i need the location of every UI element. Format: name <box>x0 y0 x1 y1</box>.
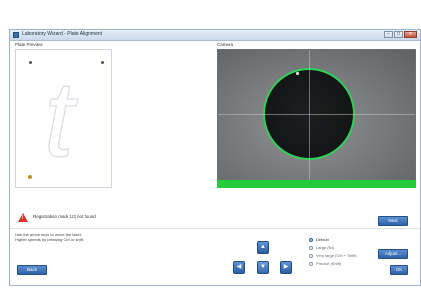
move-right-button[interactable]: ▶ <box>280 261 292 274</box>
speed-option-very-large[interactable]: Very large (Ctrl + Shift) <box>309 253 369 261</box>
warning-icon <box>18 213 28 222</box>
plate-preview[interactable]: t <box>15 49 112 188</box>
hint-text: Use the arrow keys to move the laser. Hi… <box>15 232 84 242</box>
registration-mark-top-left <box>29 61 32 64</box>
radio-icon <box>309 254 313 258</box>
plate-preview-label: Plate Preview <box>15 42 43 47</box>
status-row: Registration mark 1/3 not found <box>15 213 395 223</box>
arrow-left-icon: ◀ <box>236 264 242 270</box>
detection-status-bar <box>217 180 416 188</box>
camera-label: Camera <box>217 42 234 47</box>
speed-option-precise[interactable]: Precise (Shift) <box>309 261 369 269</box>
speed-option-large[interactable]: Large (5x) <box>309 245 369 253</box>
speed-option-label: Default <box>316 237 329 242</box>
crosshair-vertical <box>309 50 310 186</box>
plate-glyph: t <box>44 70 78 165</box>
ok-button[interactable]: OK <box>390 265 408 275</box>
move-down-button[interactable]: ▼ <box>257 261 269 274</box>
arrow-right-icon: ▶ <box>283 264 289 270</box>
move-up-button[interactable]: ▲ <box>257 241 269 254</box>
next-button[interactable]: Next <box>378 216 408 226</box>
move-left-button[interactable]: ◀ <box>233 261 245 274</box>
maximize-button[interactable]: □ <box>394 31 403 38</box>
window-controls: – □ ✕ <box>384 31 417 38</box>
registration-mark-bottom-left <box>28 175 32 179</box>
radio-icon <box>309 246 313 250</box>
app-icon <box>13 32 19 38</box>
app-window: Laboratory Wizard - Plate Alignment – □ … <box>9 29 421 286</box>
back-button[interactable]: Back <box>17 265 47 275</box>
radio-icon <box>309 262 313 266</box>
camera-marker <box>296 72 299 75</box>
adjust-button[interactable]: Adjust... <box>378 249 408 259</box>
minimize-button[interactable]: – <box>384 31 393 38</box>
arrow-up-icon: ▲ <box>260 244 266 250</box>
speed-options: Default Large (5x) Very large (Ctrl + Sh… <box>309 237 369 269</box>
crosshair-horizontal <box>218 114 415 115</box>
registration-mark-top-right <box>101 61 104 64</box>
speed-option-label: Very large (Ctrl + Shift) <box>316 253 357 258</box>
speed-option-label: Large (5x) <box>316 245 335 250</box>
arrow-down-icon: ▼ <box>260 264 266 270</box>
camera-view <box>217 49 416 187</box>
window-title: Laboratory Wizard - Plate Alignment <box>22 31 103 37</box>
divider <box>10 228 420 229</box>
title-bar: Laboratory Wizard - Plate Alignment – □ … <box>10 30 420 41</box>
hint-line-2: Higher speeds by pressing Ctrl or shift. <box>15 237 84 242</box>
speed-option-default[interactable]: Default <box>309 237 369 245</box>
status-message: Registration mark 1/3 not found <box>33 214 96 219</box>
speed-option-label: Precise (Shift) <box>316 261 342 266</box>
radio-selected-icon <box>309 238 313 242</box>
close-button[interactable]: ✕ <box>404 31 417 38</box>
plate-glyph-outline: t <box>43 70 78 165</box>
